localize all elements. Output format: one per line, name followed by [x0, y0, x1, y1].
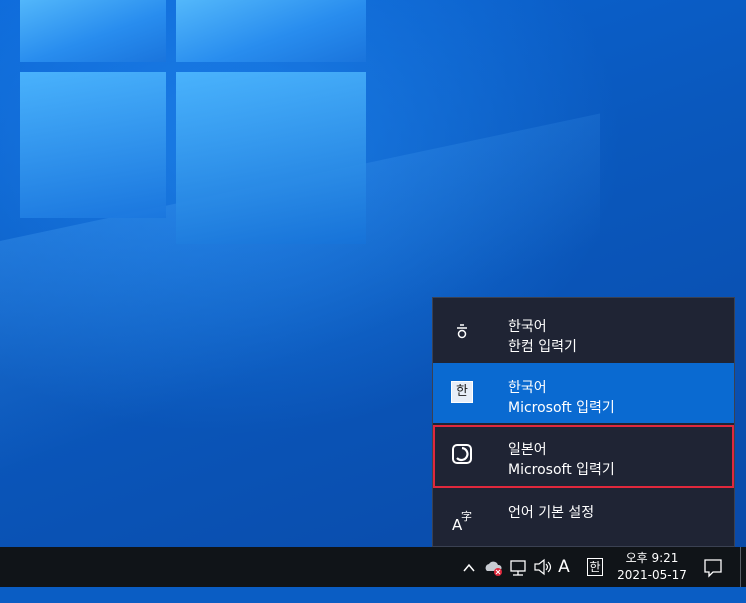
hangul-ieung-icon: [451, 320, 473, 342]
windows-logo-pane: [20, 72, 166, 218]
volume-icon[interactable]: [532, 547, 552, 587]
ime-item-microsoft-korean[interactable]: 한 한국어 Microsoft 입력기: [433, 363, 734, 423]
han-box-icon: 한: [451, 381, 473, 403]
show-hidden-icons-chevron[interactable]: [461, 547, 477, 587]
windows-logo-pane: [176, 0, 366, 62]
ime-language-text: 한: [587, 558, 603, 576]
ime-item-hancom-korean[interactable]: 한국어 한컴 입력기: [433, 302, 734, 362]
taskbar: A 한 오후 9:21 2021-05-17: [0, 547, 746, 587]
action-center-icon[interactable]: [700, 547, 726, 587]
language-settings-label: 언어 기본 설정: [508, 505, 595, 521]
input-method-menu: 한국어 한컴 입력기 한 한국어 Microsoft 입력기 일본어 Micro…: [432, 297, 735, 547]
ime-language-indicator[interactable]: 한: [584, 547, 606, 587]
clock-time: 오후 9:21: [625, 551, 679, 565]
network-icon[interactable]: [508, 547, 528, 587]
ime-mode-indicator[interactable]: A: [555, 547, 573, 587]
ime-language-label: 한국어: [508, 319, 547, 335]
language-settings-icon: A 字: [451, 507, 473, 534]
red-highlight-box: [433, 425, 734, 488]
ime-method-label: Microsoft 입력기: [508, 400, 615, 416]
show-desktop-button[interactable]: [740, 547, 741, 587]
onedrive-error-icon[interactable]: [483, 547, 505, 587]
ime-item-text: 한국어 Microsoft 입력기: [508, 378, 615, 418]
ime-method-label: 한컴 입력기: [508, 339, 577, 355]
windows-logo-pane: [176, 72, 366, 244]
svg-text:字: 字: [461, 509, 472, 523]
ime-item-text: 한국어 한컴 입력기: [508, 317, 577, 357]
clock-date: 2021-05-17: [617, 568, 687, 582]
windows-logo-pane: [20, 0, 166, 62]
language-preferences-item[interactable]: A 字 언어 기본 설정: [433, 489, 734, 541]
ime-language-label: 한국어: [508, 380, 547, 396]
taskbar-clock[interactable]: 오후 9:21 2021-05-17: [612, 550, 692, 584]
